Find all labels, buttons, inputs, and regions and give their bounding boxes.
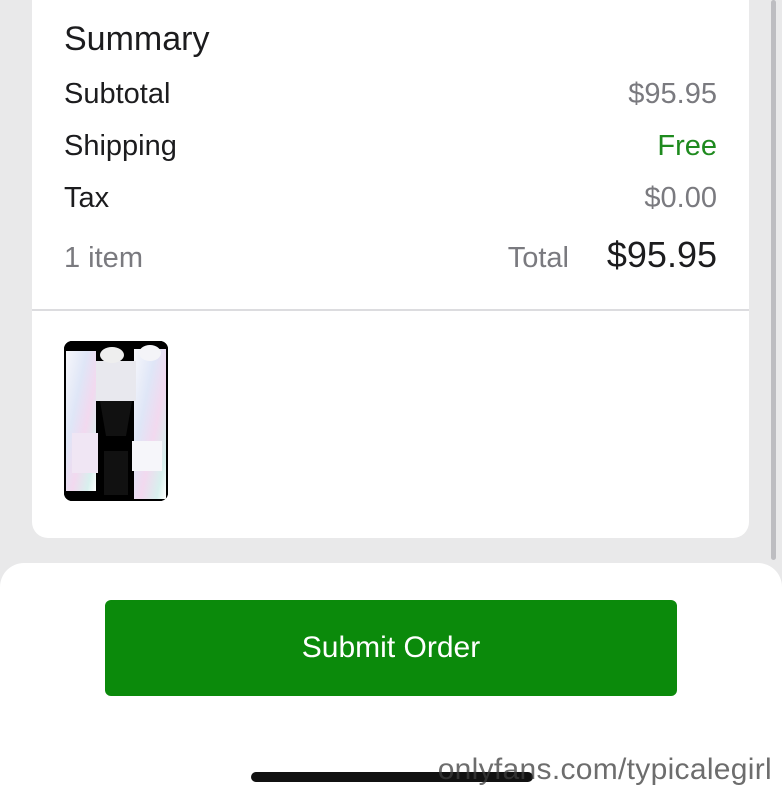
subtotal-label: Subtotal — [64, 78, 171, 110]
item-count: 1 item — [64, 242, 143, 274]
tax-value: $0.00 — [644, 182, 717, 214]
checkout-screen: Summary Subtotal $95.95 Shipping Free Ta… — [0, 0, 782, 800]
product-image-icon — [64, 341, 168, 501]
submit-order-button[interactable]: Submit Order — [105, 600, 677, 696]
total-label: Total — [507, 242, 569, 274]
total-row: 1 item Total $95.95 — [64, 234, 717, 282]
scrollbar[interactable] — [771, 0, 776, 560]
total-value: $95.95 — [606, 234, 717, 275]
tax-label: Tax — [64, 182, 110, 214]
summary-heading: Summary — [64, 20, 210, 58]
tax-row: Tax $0.00 — [64, 182, 717, 222]
divider — [32, 309, 749, 311]
watermark-text: onlyfans.com/typicalegirl — [437, 753, 772, 786]
checkout-footer: Submit Order onlyfans.com/typicalegirl — [0, 563, 782, 800]
shipping-value: Free — [657, 130, 717, 162]
product-thumbnail[interactable] — [64, 341, 168, 501]
shipping-label: Shipping — [64, 130, 177, 162]
shipping-row: Shipping Free — [64, 130, 717, 170]
order-summary-card: Summary Subtotal $95.95 Shipping Free Ta… — [32, 0, 749, 538]
subtotal-row: Subtotal $95.95 — [64, 78, 717, 118]
subtotal-value: $95.95 — [628, 78, 717, 110]
